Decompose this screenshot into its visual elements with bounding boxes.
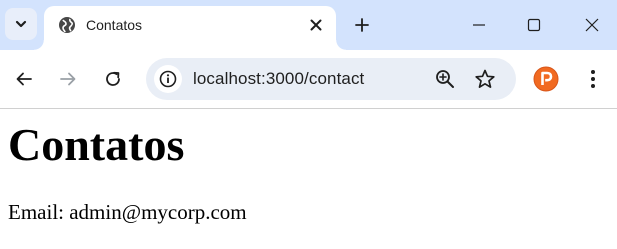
reload-button[interactable] [98, 64, 128, 94]
window-close-button[interactable] [569, 8, 615, 42]
new-tab-button[interactable] [349, 12, 375, 38]
arrow-right-icon [60, 72, 76, 86]
back-button[interactable] [9, 64, 39, 94]
extension-button[interactable] [531, 64, 561, 94]
url-text[interactable]: localhost:3000/contact [193, 69, 364, 89]
toolbar-divider [0, 108, 617, 109]
tab-close-button[interactable] [305, 14, 327, 36]
window-maximize-button[interactable] [511, 8, 557, 42]
close-icon [310, 19, 322, 31]
tab-title: Contatos [86, 17, 143, 33]
minimize-icon [473, 24, 485, 26]
info-icon [159, 70, 177, 88]
browser-menu-button[interactable] [578, 64, 608, 94]
zoom-button[interactable] [433, 67, 457, 91]
plus-icon [355, 18, 369, 32]
address-bar[interactable]: localhost:3000/contact [146, 58, 516, 100]
chevron-down-icon [15, 20, 27, 28]
globe-icon [59, 17, 75, 33]
star-icon [475, 69, 495, 88]
page-title: Contatos [8, 119, 185, 170]
site-info-button[interactable] [154, 65, 182, 93]
reload-icon [106, 71, 120, 86]
zoom-in-icon [436, 70, 454, 88]
tab-search-button[interactable] [5, 8, 37, 40]
close-icon [585, 18, 599, 32]
contact-email: Email: admin@mycorp.com [8, 200, 247, 224]
bookmark-button[interactable] [473, 67, 497, 91]
arrow-left-icon [16, 72, 32, 86]
active-tab[interactable]: Contatos [34, 6, 346, 50]
forward-button[interactable] [53, 64, 83, 94]
tab-strip: Contatos [0, 0, 617, 50]
kebab-menu-icon [591, 70, 595, 88]
maximize-icon [527, 18, 541, 32]
window-minimize-button[interactable] [456, 8, 502, 42]
extension-p-icon [533, 66, 559, 92]
browser-toolbar: localhost:3000/contact [0, 50, 617, 108]
